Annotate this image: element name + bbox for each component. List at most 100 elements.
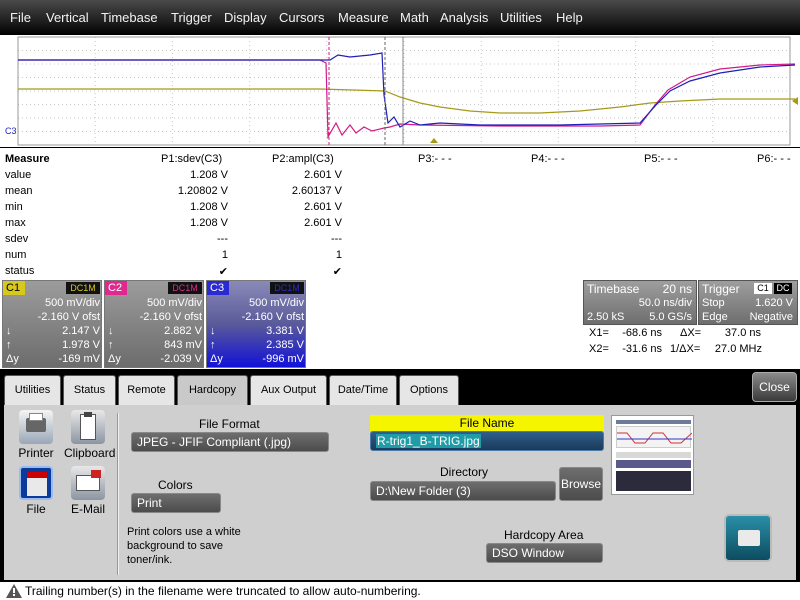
c1-coupling: DC1M	[66, 282, 100, 294]
file-format-label: File Format	[199, 417, 260, 431]
trigger-mode: Stop	[702, 297, 725, 309]
menu-math[interactable]: Math	[400, 10, 429, 25]
hardcopy-area-select[interactable]: DSO Window	[486, 543, 603, 563]
file-format-select[interactable]: JPEG - JFIF Compliant (.jpg)	[131, 432, 329, 452]
cursor-inv-value: 27.0 MHz	[714, 343, 762, 355]
row-label-status: status	[5, 265, 35, 277]
p1-max: 1.208 V	[190, 217, 228, 229]
colors-select[interactable]: Print	[131, 493, 221, 513]
menu-measure[interactable]: Measure	[338, 10, 389, 25]
menu-analysis[interactable]: Analysis	[440, 10, 488, 25]
menu-timebase[interactable]: Timebase	[101, 10, 158, 25]
trigger-box[interactable]: Trigger C1 DC Stop 1.620 V Edge Negative	[698, 280, 798, 325]
p2-mean: 2.60137 V	[291, 185, 342, 197]
tab-date-time[interactable]: Date/Time	[329, 375, 397, 406]
tab-options[interactable]: Options	[399, 375, 459, 406]
c1-vdiv: 500 mV/div	[44, 297, 100, 309]
trigger-level-marker	[792, 97, 798, 105]
measure-title: Measure	[5, 153, 50, 165]
menu-file[interactable]: File	[10, 10, 31, 25]
c3-coupling: DC1M	[270, 282, 304, 294]
directory-label: Directory	[440, 465, 489, 479]
c2-label: C2	[105, 281, 127, 295]
c3-dy: -996 mV	[262, 353, 304, 365]
p2-num: 1	[335, 249, 342, 261]
menu-vertical[interactable]: Vertical	[46, 10, 89, 25]
file-label: File	[26, 502, 46, 516]
p1-header[interactable]: P1:sdev(C3)	[161, 153, 222, 165]
down-arrow-icon: ↓	[210, 325, 216, 337]
menu-bar: File Vertical Timebase Trigger Display C…	[0, 0, 800, 35]
measure-table: Measure P1:sdev(C3) P2:ampl(C3) P3:- - -…	[0, 148, 800, 280]
menu-display[interactable]: Display	[224, 10, 267, 25]
p1-status: ✔	[218, 266, 228, 278]
tab-utilities[interactable]: Utilities	[4, 375, 61, 406]
row-label-value: value	[5, 169, 32, 181]
row-label-num: num	[5, 249, 27, 261]
status-message: Trailing number(s) in the filename were …	[25, 584, 421, 598]
timebase-delay: 20 ns	[662, 282, 692, 296]
colors-label: Colors	[158, 478, 193, 492]
printer-button[interactable]: Printer	[12, 410, 60, 460]
trigger-position-marker	[430, 138, 438, 143]
print-now-button[interactable]	[724, 514, 772, 562]
p2-header[interactable]: P2:ampl(C3)	[272, 153, 334, 165]
grid-lines	[17, 36, 791, 146]
p5-header[interactable]: P5:- - -	[644, 153, 678, 165]
browse-button[interactable]: Browse	[559, 467, 603, 501]
waveform-grid[interactable]: C3	[0, 35, 800, 147]
email-button[interactable]: E-Mail	[64, 466, 112, 516]
up-arrow-icon: ↑	[210, 339, 216, 351]
c2-dy: -2.039 V	[160, 353, 202, 365]
c3-ground-marker: C3	[5, 126, 17, 136]
c3-vdiv: 500 mV/div	[248, 297, 304, 309]
timebase-box[interactable]: Timebase 20 ns 50.0 ns/div 2.50 kS 5.0 G…	[583, 280, 697, 325]
channel-c2-box[interactable]: C2 DC1M 500 mV/div -2.160 V ofst ↓ 2.882 …	[104, 280, 204, 368]
file-icon	[19, 466, 53, 500]
p4-header[interactable]: P4:- - -	[531, 153, 565, 165]
down-arrow-icon: ↓	[108, 325, 114, 337]
email-label: E-Mail	[70, 502, 105, 516]
tab-status[interactable]: Status	[63, 375, 116, 406]
timebase-label: Timebase	[587, 282, 640, 296]
p2-sdev: ---	[331, 233, 342, 245]
printer-icon	[19, 410, 53, 444]
colors-note: Print colors use a white background to s…	[127, 526, 241, 566]
waveform-display: C3	[5, 36, 798, 146]
tab-remote[interactable]: Remote	[118, 375, 175, 406]
p1-mean: 1.20802 V	[177, 185, 228, 197]
tab-hardcopy[interactable]: Hardcopy	[177, 375, 248, 407]
menu-help[interactable]: Help	[556, 10, 583, 25]
row-label-mean: mean	[5, 185, 33, 197]
panel-divider	[117, 413, 119, 575]
tab-aux-output[interactable]: Aux Output	[250, 375, 327, 406]
clipboard-label: Clipboard	[64, 446, 116, 460]
channel-c1-box[interactable]: C1 DC1M 500 mV/div -2.160 V ofst ↓ 2.147 …	[2, 280, 102, 368]
p3-header[interactable]: P3:- - -	[418, 153, 452, 165]
cursor-dx-value: 37.0 ns	[724, 327, 761, 339]
p1-min: 1.208 V	[190, 201, 228, 213]
trigger-source: C1	[754, 283, 772, 294]
clipboard-icon	[71, 410, 105, 444]
channel-c3-box[interactable]: C3 DC1M 500 mV/div -2.160 V ofst ↓ 3.381 …	[206, 280, 306, 368]
menu-utilities[interactable]: Utilities	[500, 10, 542, 25]
trigger-level: 1.620 V	[755, 297, 793, 309]
p6-header[interactable]: P6:- - -	[757, 153, 791, 165]
clipboard-button[interactable]: Clipboard	[64, 410, 116, 460]
thumbnail-trace	[617, 432, 693, 444]
close-button[interactable]: Close	[752, 372, 797, 402]
up-arrow-icon: ↑	[6, 339, 12, 351]
hardcopy-preview-thumbnail	[611, 415, 694, 495]
menu-cursors[interactable]: Cursors	[279, 10, 325, 25]
timebase-sdiv: 50.0 ns/div	[638, 297, 692, 309]
file-button[interactable]: File	[12, 466, 60, 516]
c3-label: C3	[207, 281, 229, 295]
utilities-dialog: Utilities Status Remote Hardcopy Aux Out…	[0, 369, 800, 582]
p1-num: 1	[221, 249, 228, 261]
menu-trigger[interactable]: Trigger	[171, 10, 212, 25]
cursor-x2-value: -31.6 ns	[622, 343, 662, 355]
cursor-x1-value: -68.6 ns	[622, 327, 662, 339]
directory-input[interactable]: D:\New Folder (3)	[370, 481, 556, 501]
c1-up: 1.978 V	[62, 339, 100, 351]
file-name-input[interactable]: R-trig1_B-TRIG.jpg	[370, 431, 604, 451]
